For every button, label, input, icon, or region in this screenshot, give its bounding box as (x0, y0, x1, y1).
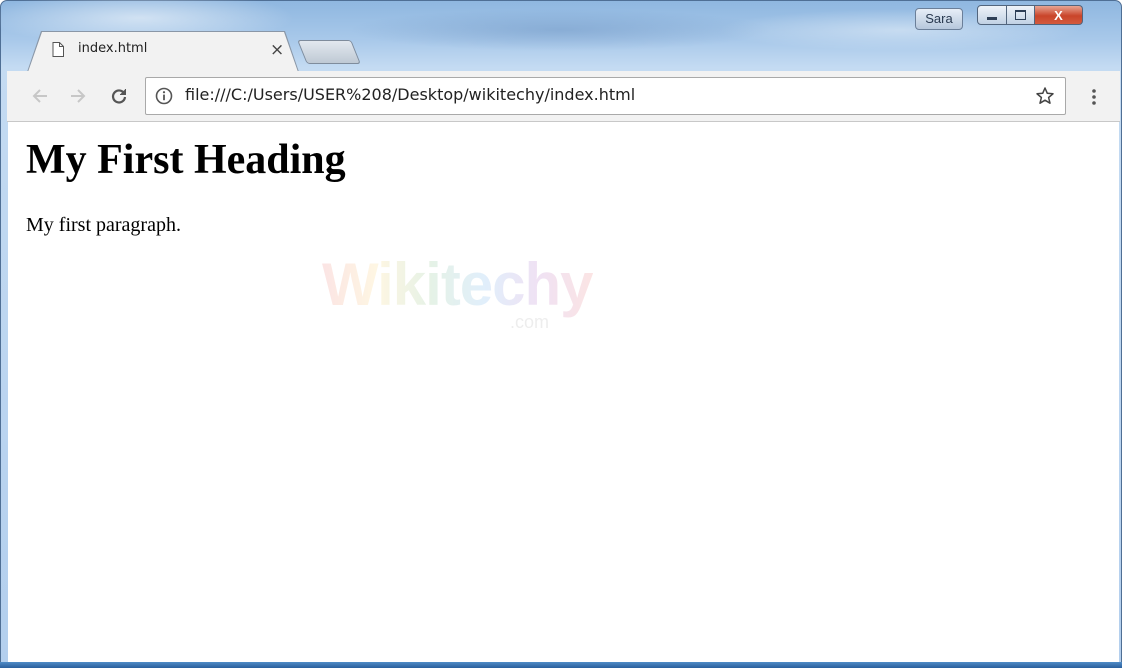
reload-icon (111, 89, 127, 104)
arrow-left-icon (32, 89, 47, 103)
kebab-menu-icon[interactable] (1084, 86, 1104, 108)
page-paragraph: My first paragraph. (26, 214, 181, 236)
watermark-name: Wikitechy (322, 251, 594, 318)
url-text[interactable]: file:///C:/Users/USER%208/Desktop/wikite… (185, 85, 635, 104)
tab-close-button[interactable]: × (270, 40, 284, 60)
reload-button[interactable] (107, 84, 131, 108)
close-icon: X (1054, 7, 1063, 23)
back-button[interactable] (28, 84, 52, 108)
minimize-icon (987, 16, 997, 20)
window-bottom-border (0, 662, 1122, 668)
document-icon (52, 42, 64, 57)
star-icon[interactable] (1035, 86, 1055, 106)
page-viewport (8, 122, 1119, 662)
tab-title: index.html (78, 41, 148, 56)
page-heading: My First Heading (26, 137, 346, 183)
info-icon[interactable] (155, 87, 173, 105)
maximize-icon (1015, 10, 1026, 20)
maximize-button[interactable] (1007, 5, 1035, 25)
new-tab-button[interactable] (297, 40, 361, 64)
watermark-suffix: .com (510, 312, 550, 332)
watermark-logo: Wikitechy .com (322, 250, 594, 340)
forward-button[interactable] (66, 84, 90, 108)
close-window-button[interactable]: X (1035, 5, 1083, 25)
arrow-right-icon (71, 89, 86, 103)
window-controls: X (977, 5, 1083, 27)
minimize-button[interactable] (977, 5, 1007, 25)
profile-button[interactable]: Sara (915, 8, 963, 30)
tab-active[interactable] (28, 32, 298, 72)
